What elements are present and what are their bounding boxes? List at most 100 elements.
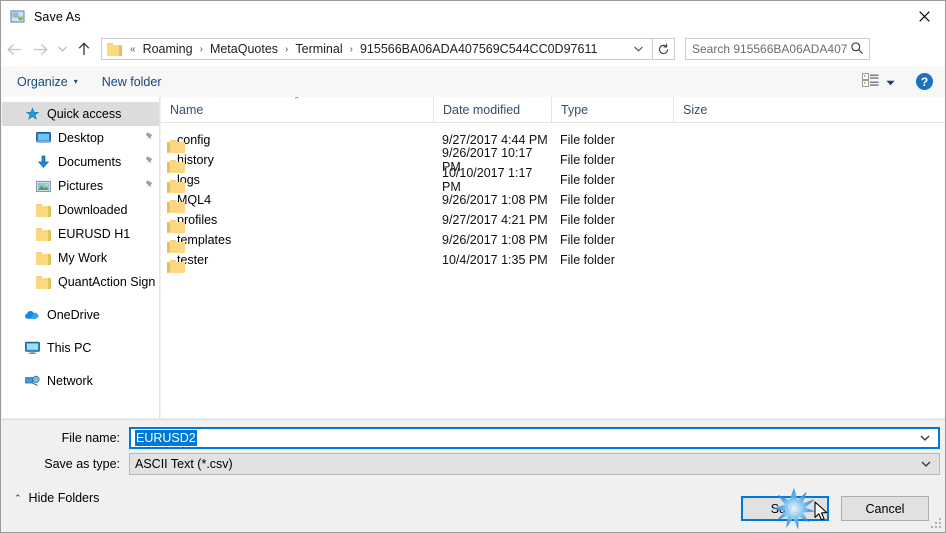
- chevron-down-icon: [634, 46, 643, 52]
- file-name-label: File name:: [61, 431, 120, 445]
- organize-button[interactable]: Organize ▾: [9, 71, 86, 93]
- table-row[interactable]: tester 10/4/2017 1:35 PM File folder: [161, 250, 945, 273]
- chevron-down-icon[interactable]: [921, 459, 931, 469]
- up-arrow-icon: [78, 42, 90, 55]
- breadcrumb-item-roaming[interactable]: Roaming: [141, 42, 195, 56]
- column-header-name[interactable]: Name ⌃: [161, 97, 433, 122]
- save-as-dialog: Save As « Roaming › MetaQuotes › Termina…: [0, 0, 946, 533]
- column-header-size[interactable]: Size: [673, 97, 753, 122]
- search-box[interactable]: [685, 38, 870, 60]
- refresh-button[interactable]: [653, 38, 675, 60]
- help-label: ?: [920, 74, 929, 89]
- folder-icon: [35, 226, 51, 242]
- folder-icon: [35, 250, 51, 266]
- file-type: File folder: [560, 193, 615, 207]
- file-name: templates: [177, 233, 232, 247]
- file-type: File folder: [560, 133, 615, 147]
- forward-arrow-icon: [33, 43, 48, 55]
- new-folder-button[interactable]: New folder: [94, 71, 170, 93]
- forward-button[interactable]: [27, 36, 53, 62]
- sidebar-item-label: EURUSD H1: [58, 227, 131, 241]
- navigation-bar: « Roaming › MetaQuotes › Terminal › 9155…: [1, 32, 945, 66]
- sidebar-item-label: Desktop: [58, 131, 104, 145]
- table-row[interactable]: config 9/27/2017 4:44 PM File folder: [161, 130, 945, 153]
- sidebar-item-quantaction-signal[interactable]: QuantAction Signal: [2, 270, 159, 294]
- column-header-type[interactable]: Type: [551, 97, 673, 122]
- column-header-row: Name ⌃ Date modified Type Size: [161, 97, 945, 123]
- file-name-input[interactable]: EURUSD2: [129, 427, 940, 449]
- table-row[interactable]: profiles 9/27/2017 4:21 PM File folder: [161, 210, 945, 233]
- file-type: File folder: [560, 233, 615, 247]
- sidebar-item-pictures[interactable]: Pictures: [2, 174, 159, 198]
- sidebar-item-quick-access[interactable]: Quick access: [2, 102, 159, 126]
- recent-locations-button[interactable]: [53, 36, 71, 62]
- network-icon: [24, 373, 40, 389]
- file-type: File folder: [560, 173, 615, 187]
- sort-ascending-icon: ⌃: [293, 97, 301, 105]
- pin-icon: [144, 155, 155, 169]
- save-as-type-label: Save as type:: [44, 457, 120, 471]
- table-row[interactable]: templates 9/26/2017 1:08 PM File folder: [161, 230, 945, 253]
- view-mode-button[interactable]: [857, 70, 900, 93]
- documents-download-icon: [35, 154, 51, 170]
- sidebar-item-desktop[interactable]: Desktop: [2, 126, 159, 150]
- sidebar-item-label: Quick access: [47, 107, 122, 121]
- title-bar: Save As: [1, 1, 945, 32]
- save-as-type-select[interactable]: ASCII Text (*.csv): [129, 453, 940, 475]
- view-mode-caret-icon: [886, 75, 895, 89]
- resize-grip-icon[interactable]: [931, 518, 942, 529]
- hide-folders-button[interactable]: ⌃ Hide Folders: [14, 491, 99, 505]
- navigation-sidebar[interactable]: Quick access Desktop Documents Pictures …: [2, 97, 160, 418]
- new-folder-label: New folder: [101, 74, 162, 89]
- file-list-panel[interactable]: Name ⌃ Date modified Type Size config 9/…: [161, 97, 945, 418]
- chevron-down-icon[interactable]: [920, 433, 930, 443]
- file-date-modified: 9/27/2017 4:44 PM: [442, 133, 548, 147]
- sidebar-item-label: QuantAction Signal: [58, 275, 155, 289]
- sidebar-item-downloaded[interactable]: Downloaded: [2, 198, 159, 222]
- sidebar-item-this-pc[interactable]: This PC: [2, 336, 159, 360]
- search-input[interactable]: [692, 42, 848, 56]
- sidebar-item-label: Documents: [58, 155, 122, 169]
- breadcrumb-leading-separator: «: [130, 43, 136, 55]
- breadcrumb-item-metaquotes[interactable]: MetaQuotes: [208, 42, 280, 56]
- save-form-area: File name: EURUSD2 Save as type: ASCII T…: [2, 419, 945, 489]
- close-button[interactable]: [901, 1, 945, 32]
- quick-access-star-icon: [24, 106, 40, 122]
- save-button-label: Save: [770, 501, 800, 516]
- table-row[interactable]: MQL4 9/26/2017 1:08 PM File folder: [161, 190, 945, 213]
- close-icon: [918, 11, 930, 22]
- back-arrow-icon: [6, 43, 21, 55]
- help-button[interactable]: ?: [916, 73, 933, 90]
- this-pc-monitor-icon: [24, 340, 40, 356]
- chevron-down-icon: ▾: [73, 77, 78, 86]
- view-mode-icon: [862, 73, 879, 90]
- save-button[interactable]: Save: [741, 496, 829, 521]
- address-bar[interactable]: « Roaming › MetaQuotes › Terminal › 9155…: [101, 38, 653, 60]
- table-row[interactable]: logs 10/10/2017 1:17 PM File folder: [161, 166, 945, 194]
- sidebar-item-eurusd-h1[interactable]: EURUSD H1: [2, 222, 159, 246]
- sidebar-item-documents[interactable]: Documents: [2, 150, 159, 174]
- organize-label: Organize: [17, 74, 68, 89]
- up-one-level-button[interactable]: [71, 36, 97, 62]
- sidebar-item-onedrive[interactable]: OneDrive: [2, 303, 159, 327]
- cancel-button[interactable]: Cancel: [841, 496, 929, 521]
- folder-icon: [107, 42, 122, 56]
- breadcrumb-separator: ›: [349, 43, 353, 55]
- dialog-footer: ⌃ Hide Folders Save Cancel: [2, 488, 945, 532]
- column-header-date-modified[interactable]: Date modified: [433, 97, 551, 122]
- file-date-modified: 9/27/2017 4:21 PM: [442, 213, 548, 227]
- file-date-modified: 9/26/2017 1:08 PM: [442, 193, 548, 207]
- address-dropdown-button[interactable]: [634, 44, 643, 54]
- breadcrumb-item-terminal-id[interactable]: 915566BA06ADA407569C544CC0D97611: [358, 42, 599, 56]
- onedrive-cloud-icon: [24, 307, 40, 323]
- sidebar-item-network[interactable]: Network: [2, 369, 159, 393]
- breadcrumb-item-terminal[interactable]: Terminal: [293, 42, 344, 56]
- folder-icon: [35, 202, 51, 218]
- table-row[interactable]: history 9/26/2017 10:17 PM File folder: [161, 146, 945, 174]
- file-date-modified: 10/4/2017 1:35 PM: [442, 253, 548, 267]
- sidebar-item-my-work[interactable]: My Work: [2, 246, 159, 270]
- back-button[interactable]: [1, 36, 27, 62]
- file-date-modified: 10/10/2017 1:17 PM: [442, 166, 533, 194]
- cancel-button-label: Cancel: [865, 501, 905, 516]
